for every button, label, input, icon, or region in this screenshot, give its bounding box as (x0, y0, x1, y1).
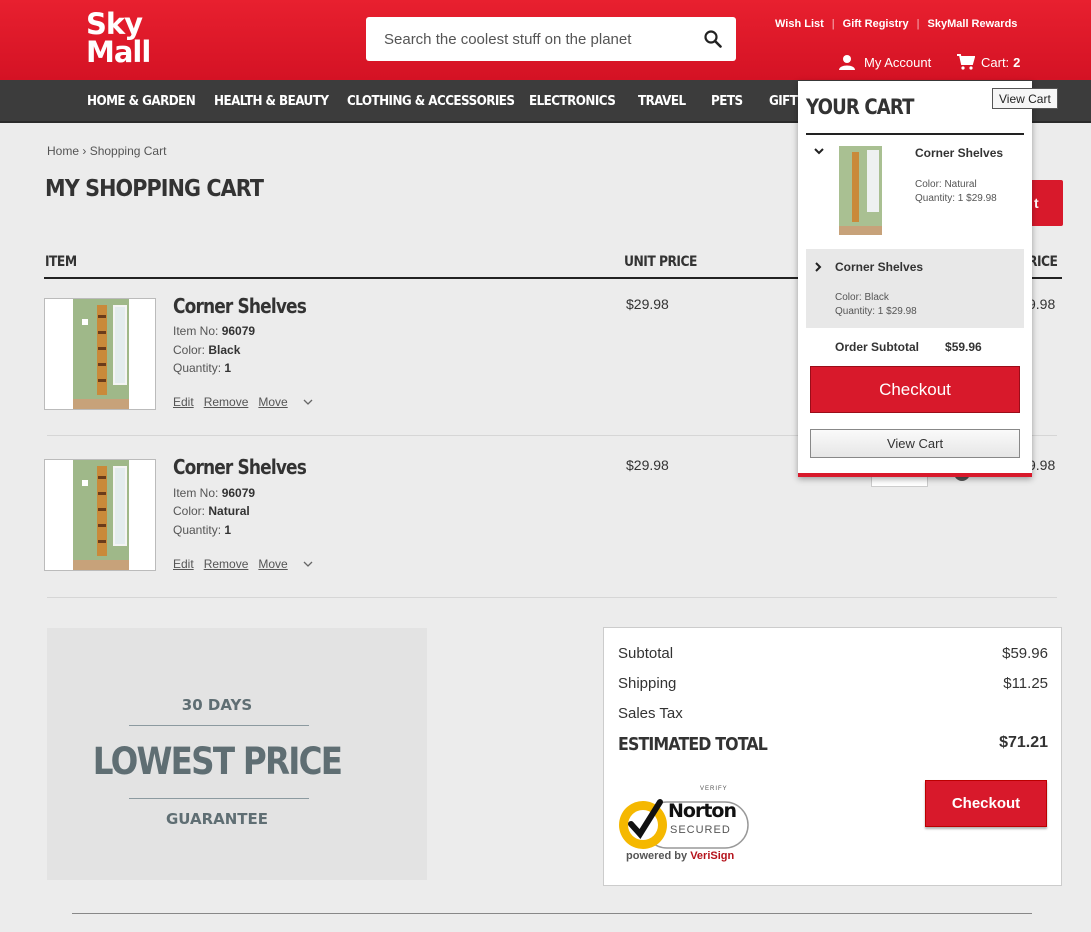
nav-clothing-accessories[interactable]: CLOTHING & ACCESSORIES (347, 94, 515, 109)
breadcrumb-current: Shopping Cart (89, 144, 167, 158)
top-links: Wish List | Gift Registry | SkyMall Rewa… (775, 18, 1017, 30)
wish-list-link[interactable]: Wish List (775, 18, 824, 30)
remove-link[interactable]: Remove (204, 557, 249, 571)
mini-cart-checkout-button[interactable]: Checkout (810, 366, 1020, 413)
order-summary: Subtotal $59.96 Shipping $11.25 Sales Ta… (603, 627, 1062, 886)
estimated-total-value: $71.21 (999, 734, 1048, 751)
gift-registry-link[interactable]: Gift Registry (843, 18, 909, 30)
chevron-right-icon[interactable] (814, 262, 822, 272)
remove-link[interactable]: Remove (204, 395, 249, 409)
divider: | (916, 18, 920, 30)
site-header: Sky Mall Wish List | Gift Registry | Sky… (0, 0, 1091, 80)
mini-cart-item[interactable]: Corner Shelves Color: Black Quantity: 1 … (806, 249, 1024, 328)
mini-cart-product-image[interactable] (839, 146, 882, 235)
guarantee-footer: GUARANTEE (165, 810, 269, 828)
subtotal-value: $59.96 (1002, 645, 1048, 662)
divider (806, 133, 1024, 135)
item-actions: Edit Remove Move (173, 395, 314, 409)
search-input[interactable] (366, 17, 696, 61)
norton-secured-seal[interactable]: VERIFY Norton SECURED powered by VeriSig… (616, 786, 756, 866)
column-item: ITEM (45, 254, 77, 270)
unit-price: $29.98 (626, 457, 669, 473)
lowest-price-guarantee-badge: 30 DAYS LOWEST PRICE GUARANTEE (47, 628, 427, 880)
product-color: Color: Black (173, 343, 241, 357)
subtotal-row: Subtotal $59.96 (618, 645, 1048, 662)
nav-gift[interactable]: GIFT (769, 94, 798, 109)
guarantee-headline: LOWEST PRICE (92, 740, 343, 783)
search-box (366, 17, 736, 61)
edit-link[interactable]: Edit (173, 395, 194, 409)
cart-icon (957, 54, 975, 70)
product-quantity: Quantity: 1 (173, 361, 232, 375)
corner-shelves-image (73, 299, 129, 409)
mini-cart-subtotal: Order Subtotal $59.96 (835, 340, 982, 354)
column-unit-price: UNIT PRICE (624, 254, 697, 270)
total-price: 9.98 (1028, 457, 1056, 473)
nav-health-beauty[interactable]: HEALTH & BEAUTY (214, 94, 329, 109)
product-item-no: Item No: 96079 (173, 486, 256, 500)
move-link[interactable]: Move (258, 557, 287, 571)
nav-electronics[interactable]: ELECTRONICS (529, 94, 616, 109)
move-link[interactable]: Move (258, 395, 287, 409)
item-actions: Edit Remove Move (173, 557, 314, 571)
product-color: Color: Natural (173, 504, 250, 518)
edit-link[interactable]: Edit (173, 557, 194, 571)
chevron-down-icon[interactable] (814, 147, 824, 155)
mini-cart-dropdown: YOUR CART Corner Shelves Color: Natural … (798, 81, 1032, 477)
my-account-link[interactable]: My Account (838, 54, 931, 70)
total-price: 9.98 (1028, 296, 1056, 312)
divider (47, 597, 1057, 598)
cart-link[interactable]: Cart: 2 (957, 54, 1020, 70)
shipping-value: $11.25 (1003, 675, 1048, 692)
nav-pets[interactable]: PETS (711, 94, 743, 109)
breadcrumb-home[interactable]: Home (47, 144, 79, 158)
nav-travel[interactable]: TRAVEL (638, 94, 686, 109)
product-name[interactable]: Corner Shelves (173, 455, 307, 479)
product-image[interactable] (44, 459, 156, 571)
nav-home-garden[interactable]: HOME & GARDEN (87, 94, 196, 109)
breadcrumb: Home › Shopping Cart (47, 144, 167, 158)
skymall-logo[interactable]: Sky Mall (86, 10, 151, 67)
product-name[interactable]: Corner Shelves (173, 294, 307, 318)
column-total-price: RICE (1028, 254, 1058, 270)
page-title: MY SHOPPING CART (45, 176, 264, 202)
corner-shelves-image (73, 460, 129, 570)
divider (129, 725, 309, 726)
estimated-total-row: ESTIMATED TOTAL $71.21 (618, 734, 1048, 755)
checkout-button[interactable]: Checkout (925, 780, 1047, 827)
shipping-row: Shipping $11.25 (618, 675, 1048, 692)
chevron-down-icon[interactable] (302, 398, 314, 406)
chevron-down-icon[interactable] (302, 560, 314, 568)
product-item-no: Item No: 96079 (173, 324, 256, 338)
corner-shelves-image (839, 146, 882, 235)
guarantee-days: 30 DAYS (181, 696, 253, 714)
divider (72, 913, 1032, 914)
search-icon[interactable] (704, 30, 722, 48)
unit-price: $29.98 (626, 296, 669, 312)
view-cart-button[interactable]: View Cart (810, 429, 1020, 458)
divider (129, 798, 309, 799)
view-cart-tooltip: View Cart (992, 88, 1058, 109)
cart-count: 2 (1013, 54, 1021, 70)
skymall-rewards-link[interactable]: SkyMall Rewards (928, 18, 1018, 30)
product-image[interactable] (44, 298, 156, 410)
user-icon (839, 55, 855, 70)
product-quantity: Quantity: 1 (173, 523, 232, 537)
divider: | (831, 18, 835, 30)
sales-tax-row: Sales Tax (618, 705, 683, 722)
mini-cart-title: YOUR CART (806, 95, 914, 119)
